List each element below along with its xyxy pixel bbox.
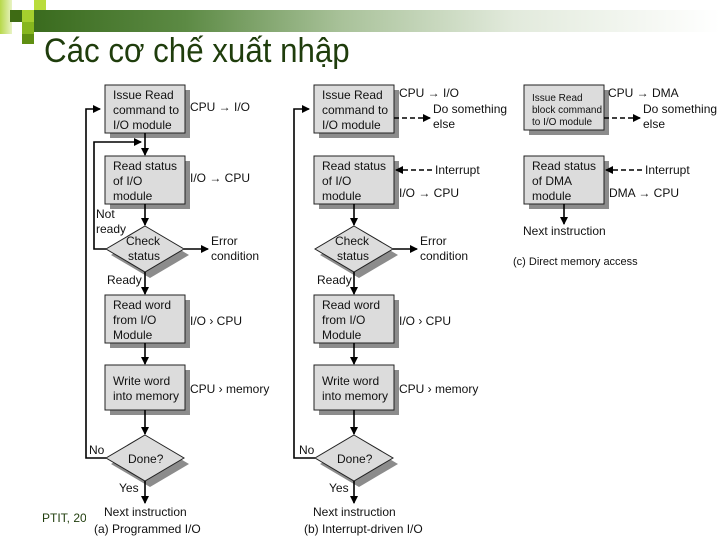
status-line-1: Read status	[322, 159, 386, 173]
interrupt-label: Interrupt	[645, 163, 690, 177]
no-label: No	[299, 443, 315, 457]
no-label: No	[89, 443, 105, 457]
issue-line-2: command to	[322, 103, 388, 117]
check-line-2: status	[337, 249, 369, 263]
issue-flow-label: CPU → DMA	[608, 86, 679, 100]
issue-line-1: Issue Read	[532, 93, 583, 104]
interrupt-label: Interrupt	[435, 163, 480, 177]
readword-line-2: from I/O	[322, 313, 365, 327]
writeword-line-2: into memory	[113, 389, 179, 403]
not-ready-line-2: ready	[96, 222, 126, 236]
issue-line-2: block command	[532, 105, 602, 116]
status-line-2: of I/O	[113, 174, 142, 188]
status-line-1: Read status	[532, 159, 596, 173]
dma-flowchart: Issue Read block command to I/O module C…	[513, 84, 717, 268]
done-label: Done?	[337, 452, 373, 466]
io-mechanisms-diagram: Issue Read command to I/O module CPU → I…	[85, 84, 717, 536]
read-flow-label: I/O › CPU	[399, 314, 451, 328]
status-flow-label: I/O → CPU	[190, 171, 250, 185]
read-flow-label: I/O › CPU	[190, 314, 242, 328]
do-something-line-1: Do something	[643, 102, 717, 116]
readword-line-1: Read word	[322, 298, 380, 312]
error-line-1: Error	[420, 234, 447, 248]
status-line-1: Read status	[113, 159, 177, 173]
check-line-1: Check	[126, 234, 161, 248]
do-something-line-2: else	[433, 117, 455, 131]
readword-line-3: Module	[322, 328, 362, 342]
issue-line-1: Issue Read	[113, 88, 174, 102]
done-label: Done?	[128, 452, 164, 466]
status-line-3: module	[322, 189, 362, 203]
ready-label: Ready	[107, 273, 142, 287]
error-line-1: Error	[211, 234, 238, 248]
issue-line-3: I/O module	[113, 118, 172, 132]
next-instruction: Next instruction	[104, 505, 187, 519]
error-line-2: condition	[211, 249, 259, 263]
no-loop	[85, 105, 106, 459]
no-loop	[293, 105, 315, 459]
status-line-2: of I/O	[322, 174, 351, 188]
interrupt-caption: (b) Interrupt-driven I/O	[304, 522, 423, 536]
issue-line-2: command to	[113, 103, 179, 117]
ready-label: Ready	[317, 273, 352, 287]
next-instruction: Next instruction	[313, 505, 396, 519]
next-instruction: Next instruction	[523, 224, 606, 238]
do-something-line-1: Do something	[433, 102, 507, 116]
issue-line-3: to I/O module	[532, 117, 592, 128]
issue-line-1: Issue Read	[322, 88, 383, 102]
dma-caption: (c) Direct memory access	[513, 256, 638, 268]
readword-line-2: from I/O	[113, 313, 156, 327]
status-line-2: of DMA	[532, 174, 572, 188]
error-line-2: condition	[420, 249, 468, 263]
issue-flow-label: CPU → I/O	[399, 86, 459, 100]
issue-flow-label: CPU → I/O	[190, 100, 250, 114]
programmed-caption: (a) Programmed I/O	[94, 522, 201, 536]
write-flow-label: CPU › memory	[190, 382, 269, 396]
status-flow-label: DMA → CPU	[609, 186, 679, 200]
programmed-io-flowchart: Issue Read command to I/O module CPU → I…	[85, 84, 269, 536]
check-line-2: status	[128, 249, 160, 263]
status-flow-label: I/O → CPU	[399, 186, 459, 200]
not-ready-line-1: Not	[96, 207, 115, 221]
issue-line-3: I/O module	[322, 118, 381, 132]
writeword-line-1: Write word	[322, 374, 379, 388]
do-something-line-2: else	[643, 117, 665, 131]
yes-label: Yes	[119, 481, 139, 495]
check-line-1: Check	[335, 234, 370, 248]
readword-line-3: Module	[113, 328, 153, 342]
write-flow-label: CPU › memory	[399, 382, 478, 396]
interrupt-io-flowchart: Issue Read command to I/O module CPU → I…	[293, 84, 507, 536]
readword-line-1: Read word	[113, 298, 171, 312]
status-line-3: module	[532, 189, 572, 203]
yes-label: Yes	[329, 481, 349, 495]
writeword-line-1: Write word	[113, 374, 170, 388]
status-line-3: module	[113, 189, 153, 203]
writeword-line-2: into memory	[322, 389, 388, 403]
